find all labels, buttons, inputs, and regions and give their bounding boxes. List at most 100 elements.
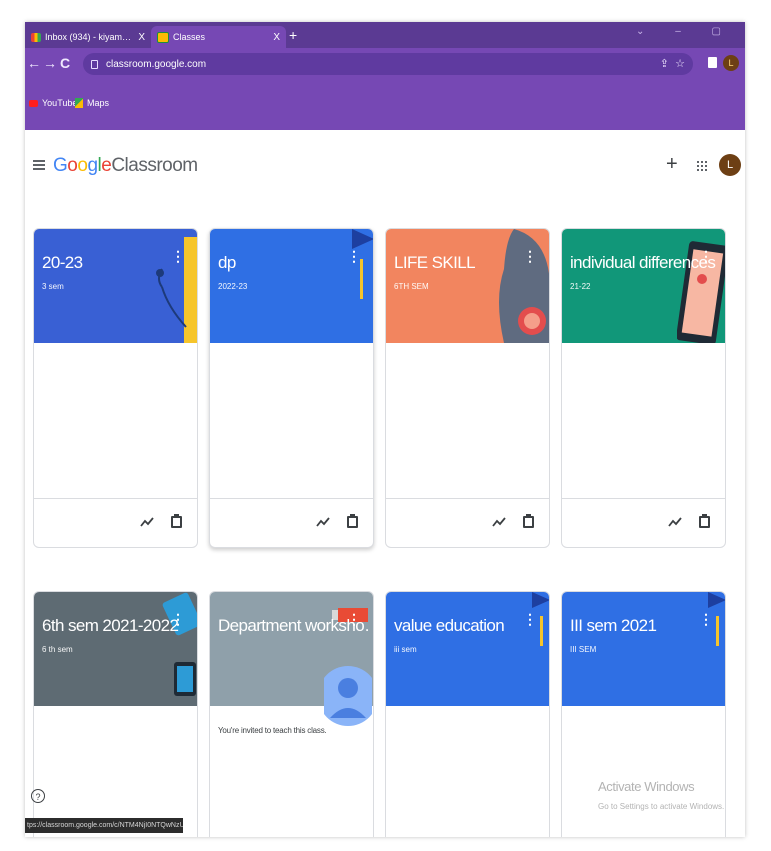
bookmark-label: YouTube	[42, 98, 78, 108]
browser-toolbar: ← → C classroom.google.com ⇪ ☆ L	[25, 48, 745, 80]
classroom-header: GoogleClassroom + L	[25, 130, 745, 205]
class-card[interactable]: 6th sem 2021-2022 6 th sem ⋮	[33, 591, 198, 837]
youtube-icon	[29, 99, 38, 107]
more-options-icon[interactable]: ⋮	[699, 612, 713, 626]
class-section: 6TH SEM	[394, 282, 429, 291]
lock-icon	[91, 59, 98, 69]
class-section: 3 sem	[42, 282, 64, 291]
headphones-illustration	[156, 237, 197, 343]
bookmarks-bar: YouTube Maps	[25, 80, 745, 130]
close-tab-icon[interactable]: X	[138, 32, 145, 43]
class-card-body	[386, 706, 549, 837]
class-section: III SEM	[570, 645, 597, 654]
bookmark-youtube[interactable]: YouTube	[29, 98, 77, 108]
share-icon[interactable]: ⇪	[660, 57, 669, 70]
activate-windows-watermark: Activate Windows Go to Settings to activ…	[598, 779, 724, 811]
class-card-footer	[386, 498, 549, 547]
tab-inbox[interactable]: Inbox (934) - kiyamanjukc@gm… X	[25, 26, 151, 48]
side-panel-icon[interactable]	[708, 57, 717, 68]
class-section: 6 th sem	[42, 645, 73, 654]
more-options-icon[interactable]: ⋮	[523, 612, 537, 626]
class-section: iii sem	[394, 645, 417, 654]
class-title[interactable]: Department worksho…	[218, 616, 368, 636]
bookmark-label: Maps	[87, 98, 110, 108]
classroom-icon	[157, 31, 169, 43]
tab-label: Classes	[173, 32, 206, 42]
logo-product-name: Classroom	[111, 155, 198, 176]
class-card-header[interactable]: 20-23 3 sem ⋮	[34, 229, 197, 343]
grad-cap-illustration	[708, 592, 725, 646]
grad-cap-illustration	[352, 229, 373, 299]
back-icon[interactable]: ←	[27, 55, 41, 71]
class-card[interactable]: dp 2022-23 ⋮	[209, 228, 374, 548]
more-options-icon[interactable]: ⋮	[347, 612, 361, 626]
more-options-icon[interactable]: ⋮	[699, 249, 713, 263]
trending-icon[interactable]	[668, 516, 682, 528]
thinking-head-illustration	[499, 229, 549, 343]
forward-icon[interactable]: →	[43, 55, 57, 71]
class-title[interactable]: 6th sem 2021-2022	[42, 616, 192, 636]
grad-cap-illustration	[532, 592, 549, 646]
folder-icon[interactable]	[347, 514, 358, 528]
folder-icon[interactable]	[523, 514, 534, 528]
class-title[interactable]: dp	[218, 253, 368, 273]
address-bar-url: classroom.google.com	[106, 58, 207, 70]
tab-strip: Inbox (934) - kiyamanjukc@gm… X Classes …	[25, 22, 745, 48]
class-card-body: You're invited to teach this class.	[210, 706, 373, 837]
class-card[interactable]: individual differences 2 21-22 ⋮	[561, 228, 726, 548]
help-button[interactable]: ?	[31, 789, 45, 803]
status-bar-link: tps://classroom.google.com/c/NTM4NjI0NTQ…	[25, 818, 183, 833]
class-card[interactable]: Department worksho… ⋮ You're invited to …	[209, 591, 374, 837]
class-title[interactable]: III sem 2021	[570, 616, 720, 636]
class-card-header[interactable]: individual differences 2 21-22 ⋮	[562, 229, 725, 343]
menu-icon[interactable]	[33, 160, 45, 170]
bookmark-star-icon[interactable]: ☆	[675, 57, 685, 70]
class-cards-grid: 20-23 3 sem ⋮ dp 2022-23 ⋮ LIFE SKILL 6T…	[25, 204, 745, 837]
address-bar[interactable]: classroom.google.com ⇪ ☆	[83, 53, 693, 75]
more-options-icon[interactable]: ⋮	[347, 249, 361, 263]
window-controls[interactable]: ⌄ – ▢	[636, 26, 735, 37]
more-options-icon[interactable]: ⋮	[523, 249, 537, 263]
new-tab-button[interactable]: +	[289, 26, 297, 44]
close-tab-icon[interactable]: X	[273, 32, 280, 43]
google-classroom-logo[interactable]: GoogleClassroom	[53, 155, 198, 177]
browser-profile-avatar[interactable]: L	[723, 55, 739, 71]
class-card-header[interactable]: dp 2022-23 ⋮	[210, 229, 373, 343]
gmail-icon	[31, 32, 41, 42]
class-title[interactable]: value education	[394, 616, 544, 636]
folder-icon[interactable]	[699, 514, 710, 528]
watermark-title: Activate Windows	[598, 779, 695, 794]
class-section: 21-22	[570, 282, 591, 291]
google-apps-icon[interactable]	[697, 161, 707, 171]
folder-icon[interactable]	[171, 514, 182, 528]
class-card-body	[34, 343, 197, 498]
create-join-button[interactable]: +	[666, 154, 678, 174]
more-options-icon[interactable]: ⋮	[171, 612, 185, 626]
class-card[interactable]: value education iii sem ⋮	[385, 591, 550, 837]
maps-icon	[75, 98, 83, 108]
class-card-body	[562, 706, 725, 837]
class-section: 2022-23	[218, 282, 248, 291]
bookmark-maps[interactable]: Maps	[75, 98, 109, 108]
class-card-header[interactable]: value education iii sem ⋮	[386, 592, 549, 706]
class-title[interactable]: LIFE SKILL	[394, 253, 544, 273]
tab-classes[interactable]: Classes X	[151, 26, 286, 48]
tablet-illustration	[677, 241, 725, 343]
account-avatar[interactable]: L	[719, 154, 741, 176]
trending-icon[interactable]	[140, 516, 154, 528]
class-card-header[interactable]: LIFE SKILL 6TH SEM ⋮	[386, 229, 549, 343]
class-card-body	[210, 343, 373, 498]
class-card-body	[386, 343, 549, 498]
class-title[interactable]: individual differences 2	[570, 253, 720, 273]
class-card[interactable]: LIFE SKILL 6TH SEM ⋮	[385, 228, 550, 548]
class-card[interactable]: 20-23 3 sem ⋮	[33, 228, 198, 548]
class-card-header[interactable]: 6th sem 2021-2022 6 th sem ⋮	[34, 592, 197, 706]
more-options-icon[interactable]: ⋮	[171, 249, 185, 263]
reload-icon[interactable]: C	[60, 55, 70, 71]
class-title[interactable]: 20-23	[42, 253, 192, 273]
trending-icon[interactable]	[316, 516, 330, 528]
class-card-footer	[210, 498, 373, 547]
browser-window: Inbox (934) - kiyamanjukc@gm… X Classes …	[25, 22, 745, 837]
trending-icon[interactable]	[492, 516, 506, 528]
class-card-header[interactable]: III sem 2021 III SEM ⋮	[562, 592, 725, 706]
